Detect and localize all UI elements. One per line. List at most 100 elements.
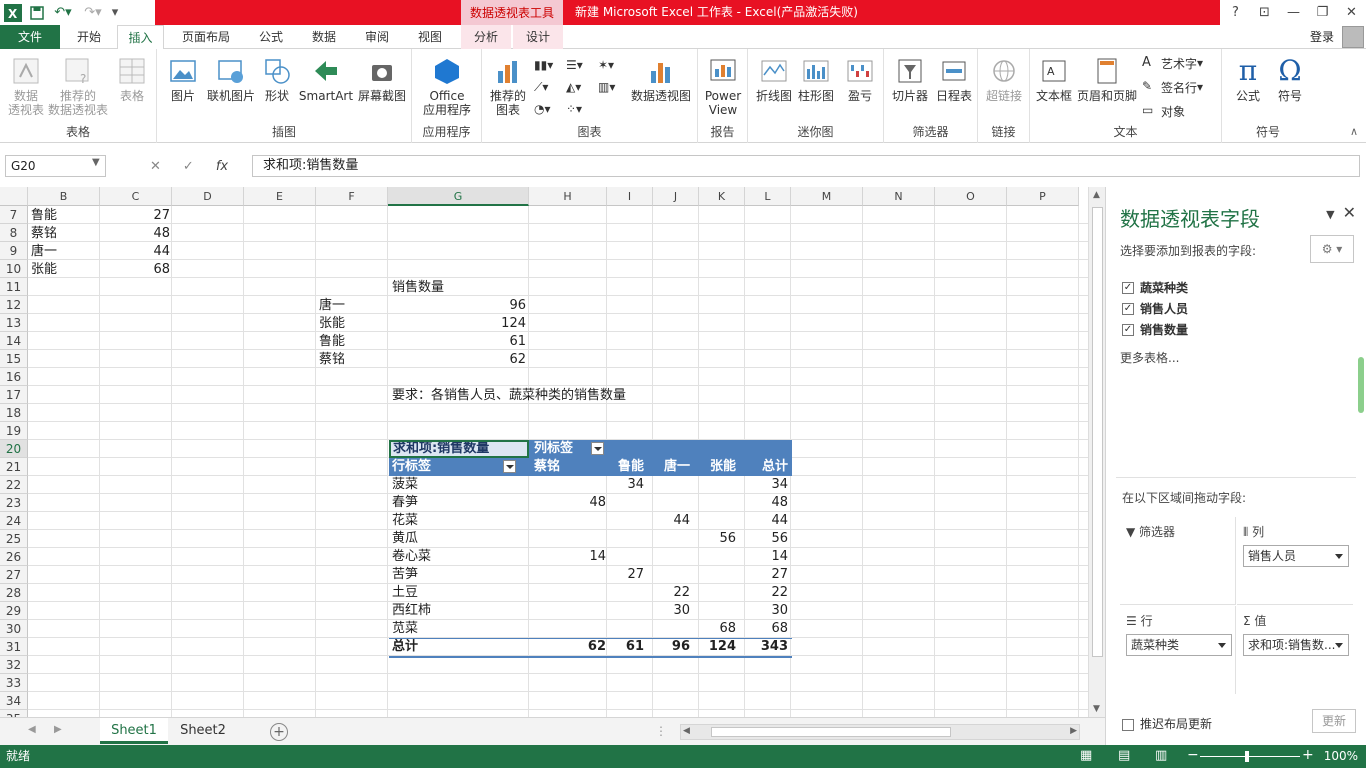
row-header-8[interactable]: 8 — [0, 224, 28, 242]
sparkline-winloss-button[interactable]: 盈亏 — [840, 55, 880, 103]
horizontal-scrollbar[interactable]: ◀ ▶ — [680, 724, 1080, 740]
row-header-7[interactable]: 7 — [0, 206, 28, 224]
pivot-value-cell[interactable] — [600, 602, 644, 620]
next-sheet-icon[interactable]: ▶ — [54, 724, 62, 735]
row-header-32[interactable]: 32 — [0, 656, 28, 674]
pivot-value-cell[interactable]: 27 — [740, 566, 788, 584]
column-header-e[interactable]: E — [244, 187, 316, 206]
pivot-row-label[interactable]: 苦笋 — [392, 566, 418, 584]
pivot-value-cell[interactable] — [646, 548, 690, 566]
pivot-total-value[interactable]: 343 — [740, 638, 788, 656]
pivot-row-label[interactable]: 春笋 — [392, 494, 418, 512]
row-filter-dropdown-icon[interactable] — [503, 460, 517, 473]
pivot-value-cell[interactable] — [600, 494, 644, 512]
tab-insert[interactable]: 插入 — [117, 25, 164, 50]
update-button[interactable]: 更新 — [1312, 709, 1356, 733]
cell-g17-requirement[interactable]: 要求：各销售人员、蔬菜种类的销售数量 — [392, 387, 626, 405]
pivot-value-cell[interactable]: 56 — [740, 530, 788, 548]
close-icon[interactable]: ✕ — [1337, 0, 1366, 25]
pivot-total-label[interactable]: 总计 — [392, 638, 418, 656]
column-header-f[interactable]: F — [316, 187, 388, 206]
save-icon[interactable] — [26, 2, 48, 24]
zoom-level[interactable]: 100% — [1324, 745, 1358, 768]
online-picture-button[interactable]: 联机图片 — [203, 55, 259, 103]
row-header-14[interactable]: 14 — [0, 332, 28, 350]
pivot-value-cell[interactable]: 68 — [740, 620, 788, 638]
sparkline-column-button[interactable]: 柱形图 — [796, 55, 836, 103]
tab-home[interactable]: 开始 — [66, 25, 112, 49]
row-header-30[interactable]: 30 — [0, 620, 28, 638]
pivot-value-cell[interactable] — [646, 566, 690, 584]
pivot-value-cell[interactable]: 48 — [530, 494, 606, 512]
pivot-value-cell[interactable]: 14 — [740, 548, 788, 566]
hyperlink-button[interactable]: 超链接 — [982, 55, 1026, 103]
pivot-value-cell[interactable] — [692, 584, 736, 602]
rows-field-chip[interactable]: 蔬菜种类 — [1126, 634, 1232, 656]
pivot-row-label[interactable]: 苋菜 — [392, 620, 418, 638]
cell-b9[interactable]: 唐一 — [31, 243, 57, 261]
columns-field-chip[interactable]: 销售人员 — [1243, 545, 1349, 567]
area-chart-icon[interactable]: ◭▾ — [566, 77, 581, 97]
pivot-row-label[interactable]: 西红柿 — [392, 602, 431, 620]
minimize-icon[interactable]: — — [1279, 0, 1308, 25]
pivot-value-cell[interactable] — [692, 602, 736, 620]
horizontal-scroll-thumb[interactable] — [711, 727, 951, 737]
pie-chart-icon[interactable]: ◔▾ — [534, 99, 551, 119]
column-header-n[interactable]: N — [863, 187, 935, 206]
scroll-left-icon[interactable]: ◀ — [683, 726, 690, 736]
zoom-in-icon[interactable]: + — [1302, 747, 1314, 763]
pivot-value-cell[interactable]: 14 — [530, 548, 606, 566]
pivot-row-labels-header[interactable]: 行标签 — [392, 458, 517, 476]
pivot-row-label[interactable]: 黄瓜 — [392, 530, 418, 548]
slicer-button[interactable]: 切片器 — [888, 55, 932, 103]
area-rows[interactable]: ☰ 行 蔬菜种类 — [1120, 606, 1236, 694]
column-header-c[interactable]: C — [100, 187, 172, 206]
cell-g11[interactable]: 销售数量 — [392, 279, 444, 297]
column-header-h[interactable]: H — [529, 187, 607, 206]
pivot-value-cell[interactable] — [692, 512, 736, 530]
pivot-value-cell[interactable] — [530, 584, 606, 602]
row-header-12[interactable]: 12 — [0, 296, 28, 314]
column-header-l[interactable]: L — [745, 187, 791, 206]
row-header-35[interactable]: 35 — [0, 710, 28, 717]
line-chart-icon[interactable]: ⟋▾ — [534, 77, 548, 97]
recommended-charts-button[interactable]: 推荐的 图表 — [488, 55, 528, 117]
area-columns[interactable]: ⦀ 列 销售人员 — [1237, 517, 1353, 605]
tab-view[interactable]: 视图 — [407, 25, 453, 49]
checkbox-icon[interactable]: ✓ — [1122, 302, 1134, 315]
pivot-value-cell[interactable]: 34 — [600, 476, 644, 494]
pivot-total-value[interactable]: 96 — [646, 638, 690, 656]
pivot-value-cell[interactable]: 56 — [692, 530, 736, 548]
pivot-value-cell[interactable] — [692, 494, 736, 512]
customize-qat-icon[interactable]: ▾ — [108, 2, 122, 24]
row-header-23[interactable]: 23 — [0, 494, 28, 512]
pivot-value-cell[interactable] — [600, 530, 644, 548]
worksheet-grid[interactable]: B C D E F G H I J K L M N O P 7 8 9 10 11 12 13 14 15 16 17 18 19 20… — [0, 187, 1090, 717]
row-header-28[interactable]: 28 — [0, 584, 28, 602]
row-header-29[interactable]: 29 — [0, 602, 28, 620]
pivot-value-cell[interactable] — [530, 530, 606, 548]
cell-f13[interactable]: 张能 — [319, 315, 345, 333]
pivot-value-cell[interactable] — [692, 548, 736, 566]
pivot-value-cell[interactable] — [530, 602, 606, 620]
vertical-scroll-thumb[interactable] — [1092, 207, 1103, 657]
row-header-20[interactable]: 20 — [0, 440, 28, 458]
screenshot-button[interactable]: 屏幕截图 — [355, 55, 409, 103]
pivot-chart-button[interactable]: 数据透视图 — [628, 55, 694, 103]
pivot-value-cell[interactable] — [530, 476, 606, 494]
row-header-27[interactable]: 27 — [0, 566, 28, 584]
tab-data[interactable]: 数据 — [301, 25, 347, 49]
other-charts-icon[interactable]: ✶▾ — [598, 55, 614, 75]
table-button[interactable]: 表格 — [112, 55, 152, 103]
insert-function-icon[interactable]: fx — [216, 159, 228, 174]
row-header-19[interactable]: 19 — [0, 422, 28, 440]
pivot-value-cell[interactable]: 30 — [740, 602, 788, 620]
pivot-table-button[interactable]: 数据 透视表 — [4, 55, 48, 117]
row-header-16[interactable]: 16 — [0, 368, 28, 386]
cell-g13[interactable]: 124 — [390, 315, 526, 333]
pivot-value-cell[interactable] — [646, 620, 690, 638]
redo-icon[interactable]: ↷▾ — [78, 2, 108, 24]
column-chart-icon[interactable]: ▮▮▾ — [534, 55, 553, 75]
power-view-button[interactable]: Power View — [702, 55, 744, 117]
checkbox-icon[interactable] — [1122, 718, 1134, 731]
